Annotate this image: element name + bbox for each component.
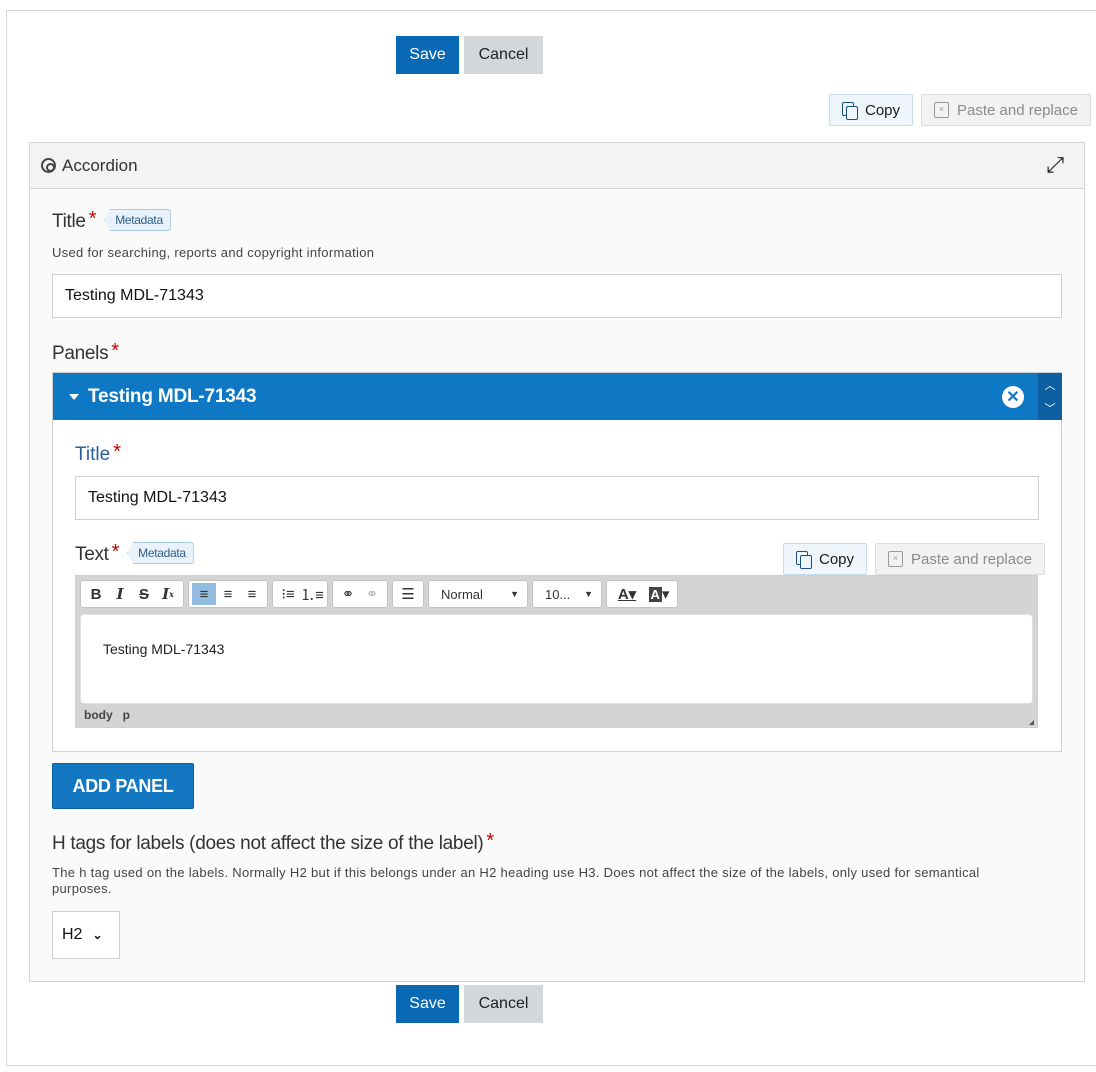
panels-label: Panels * (52, 340, 119, 365)
remove-panel-icon[interactable]: ✕ (1002, 386, 1024, 408)
align-left-icon[interactable]: ≡ (192, 583, 216, 605)
cancel-button-top[interactable]: Cancel (464, 36, 543, 74)
paste-icon: × (934, 102, 950, 118)
link-group: ⚭ ⚭ (332, 580, 388, 608)
strikethrough-icon[interactable]: S (132, 583, 156, 605)
copy-button[interactable]: Copy (829, 94, 914, 126)
panel-header-title: Testing MDL-71343 (88, 385, 257, 407)
chevron-down-icon: ▼ (510, 589, 519, 599)
remove-format-icon[interactable]: Ix (156, 583, 180, 605)
unlink-icon: ⚭ (365, 586, 379, 603)
paste-label: Paste and replace (957, 101, 1078, 119)
path-p[interactable]: p (123, 708, 130, 722)
required-marker: * (486, 830, 494, 852)
bold-icon[interactable]: B (84, 583, 108, 605)
panel-title-label: Title * (75, 441, 121, 466)
chevron-down-icon: ▼ (584, 589, 593, 599)
htag-description: The h tag used on the labels. Normally H… (52, 865, 980, 896)
chevron-down-icon: ⌄ (92, 928, 103, 942)
save-button-top[interactable]: Save (396, 36, 459, 74)
rich-text-editor: B I S Ix ≡ ≡ ≡ ⁝≡ ⒈≡ ⚭ ⚭ ☰ Normal ▼ 10..… (75, 575, 1038, 728)
title-label-text: Title (52, 211, 86, 232)
panel-clipboard-bar: Copy × Paste and replace (783, 543, 1045, 575)
paste-icon: × (888, 551, 904, 567)
library-title: Accordion (62, 155, 138, 175)
element-path-bar: body p (84, 708, 130, 722)
required-marker: * (111, 541, 120, 563)
copy-label: Copy (865, 101, 901, 119)
htag-label: H tags for labels (does not affect the s… (52, 830, 494, 855)
metadata-tag[interactable]: Metadata (104, 209, 171, 231)
collapse-caret-icon (69, 393, 79, 400)
editor-content-text: Testing MDL-71343 (103, 641, 225, 657)
align-group: ≡ ≡ ≡ (188, 580, 268, 608)
metadata-tag[interactable]: Metadata (127, 542, 194, 564)
font-size-select[interactable]: 10... ▼ (532, 580, 602, 608)
align-right-icon[interactable]: ≡ (240, 583, 264, 605)
panel-text-label: Text * Metadata (75, 541, 194, 566)
panel-order-buttons: ︿ ﹀ (1038, 373, 1062, 420)
required-marker: * (113, 441, 121, 463)
format-select-value: Normal (441, 586, 483, 602)
copy-label: Copy (819, 550, 855, 568)
text-color-icon[interactable]: A▾ (610, 583, 644, 605)
link-icon[interactable]: ⚭ (336, 583, 360, 605)
background-color-icon[interactable]: A ▾ (644, 583, 674, 605)
resize-handle-icon[interactable] (1029, 720, 1034, 725)
move-up-icon[interactable]: ︿ (1038, 373, 1062, 397)
panel-header[interactable]: Testing MDL-71343 ✕ (53, 373, 1038, 420)
editor-toolbar: B I S Ix ≡ ≡ ≡ ⁝≡ ⒈≡ ⚭ ⚭ ☰ Normal ▼ 10..… (80, 580, 678, 608)
list-group: ⁝≡ ⒈≡ (272, 580, 328, 608)
required-marker: * (111, 340, 119, 362)
hr-group: ☰ (392, 580, 424, 608)
italic-icon[interactable]: I (108, 583, 132, 605)
panels-label-text: Panels (52, 343, 109, 364)
copy-icon (842, 102, 858, 120)
path-body[interactable]: body (84, 708, 113, 722)
panel-title-label-text: Title (75, 444, 111, 465)
library-header: Accordion ⤢ (30, 143, 1084, 189)
font-size-select-value: 10... (545, 586, 571, 602)
align-center-icon[interactable]: ≡ (216, 583, 240, 605)
title-description: Used for searching, reports and copyrigh… (52, 245, 375, 260)
clipboard-bar: Copy × Paste and replace (829, 94, 1091, 126)
paste-replace-button[interactable]: × Paste and replace (921, 94, 1091, 126)
fullscreen-expand-icon[interactable]: ⤢ (1046, 154, 1064, 176)
format-group: B I S Ix (80, 580, 184, 608)
panel-copy-button[interactable]: Copy (783, 543, 868, 575)
horizontal-line-icon[interactable]: ☰ (396, 583, 420, 605)
htag-label-text: H tags for labels (does not affect the s… (52, 833, 484, 854)
cancel-button-bottom[interactable]: Cancel (464, 985, 543, 1023)
move-down-icon[interactable]: ﹀ (1038, 397, 1062, 421)
editor-content-area[interactable]: Testing MDL-71343 (80, 614, 1033, 704)
htag-select-value: H2 (62, 926, 83, 943)
title-input[interactable] (52, 274, 1062, 318)
paste-label: Paste and replace (911, 550, 1032, 568)
add-panel-button[interactable]: ADD PANEL (52, 763, 194, 809)
accordion-icon (41, 158, 56, 173)
bullet-list-icon[interactable]: ⁝≡ (276, 583, 300, 605)
panel-title-input[interactable] (75, 476, 1039, 520)
panel-paste-replace-button[interactable]: × Paste and replace (875, 543, 1045, 575)
numbered-list-icon[interactable]: ⒈≡ (300, 583, 324, 605)
panel-text-label-text: Text (75, 544, 109, 565)
title-field-label: Title * Metadata (52, 208, 171, 233)
save-button-bottom[interactable]: Save (396, 985, 459, 1023)
htag-select[interactable]: H2 ⌄ (52, 911, 120, 959)
format-select[interactable]: Normal ▼ (428, 580, 528, 608)
color-group: A▾ A ▾ (606, 580, 678, 608)
copy-icon (796, 551, 812, 569)
required-marker: * (88, 208, 97, 230)
